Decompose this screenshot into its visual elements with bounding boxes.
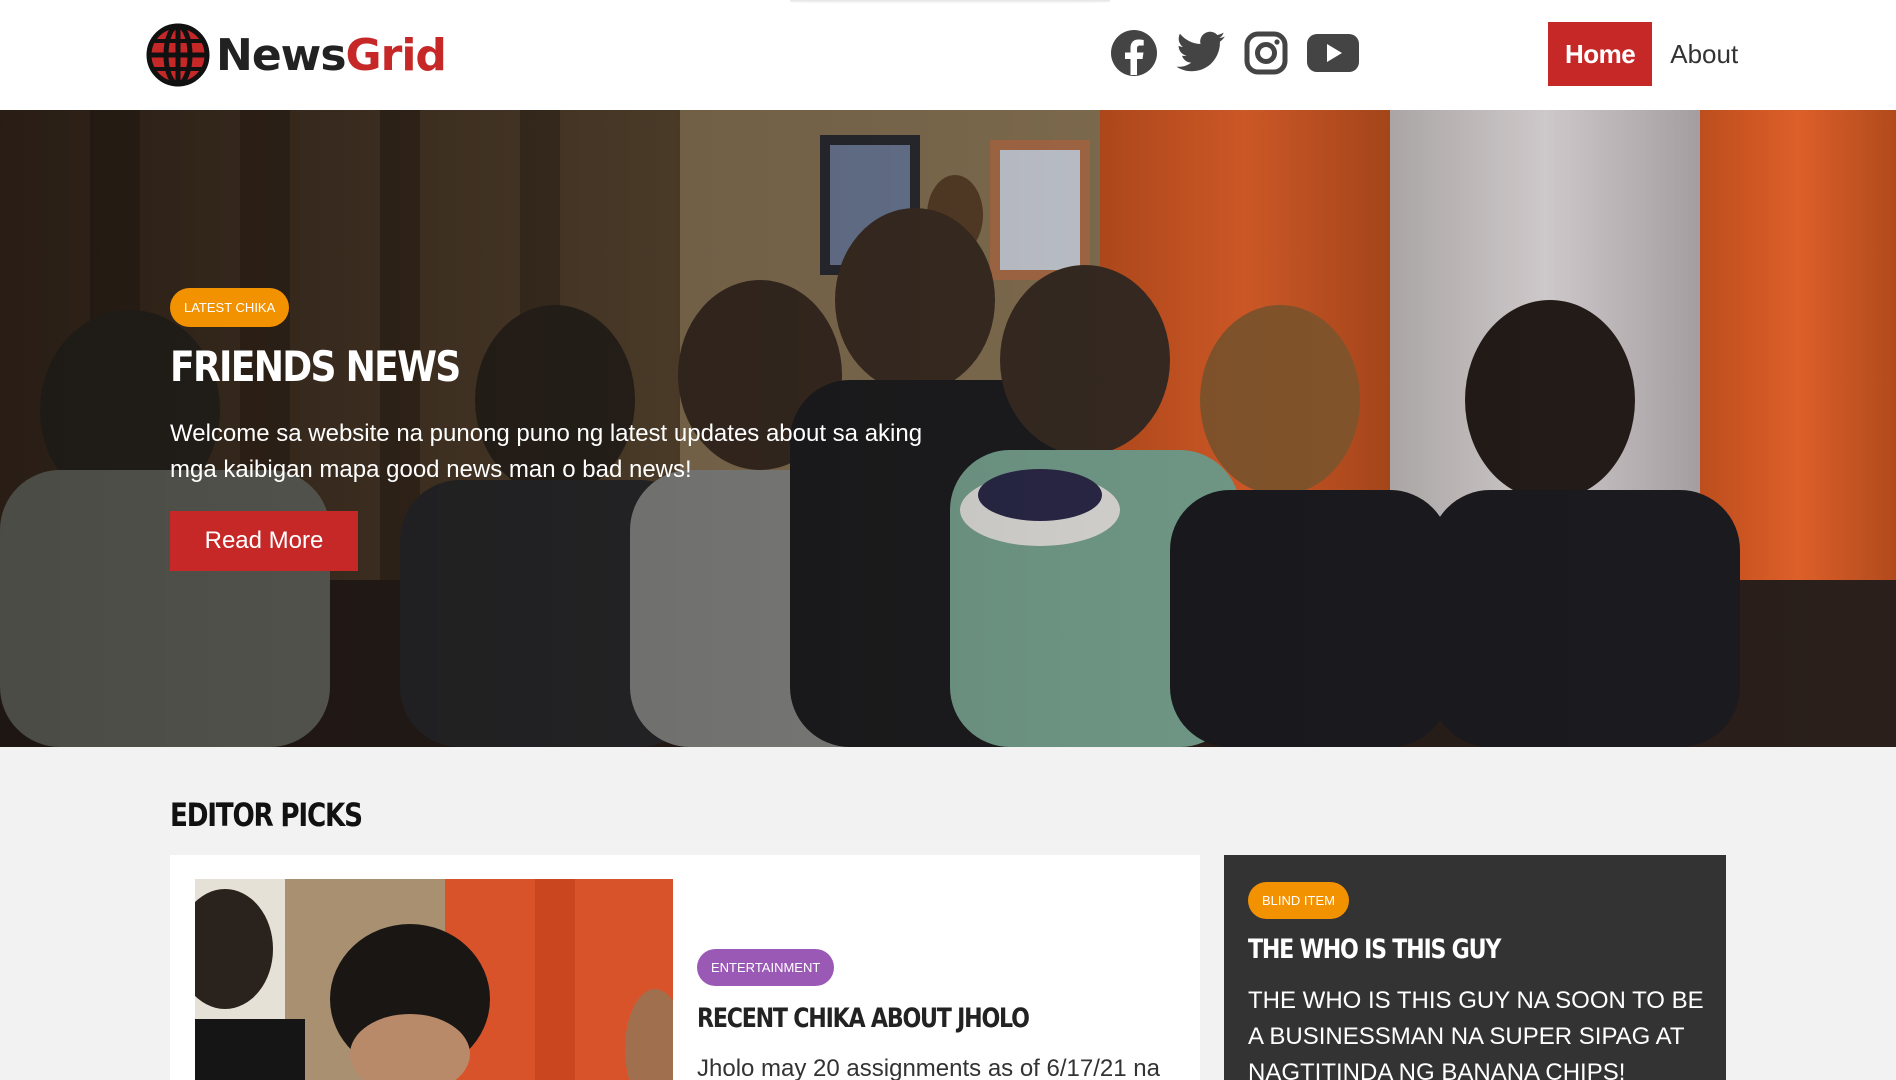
article-thumbnail[interactable] — [195, 879, 673, 1080]
main-nav: Home About — [1548, 22, 1756, 86]
entertainment-badge[interactable]: ENTERTAINMENT — [697, 949, 835, 986]
blind-item-badge[interactable]: BLIND ITEM — [1248, 882, 1349, 919]
instagram-icon[interactable] — [1244, 31, 1288, 80]
header-shadow — [790, 0, 1110, 4]
social-links — [1110, 28, 1360, 82]
youtube-icon[interactable] — [1306, 33, 1360, 78]
editor-pick-main-card[interactable]: ENTERTAINMENT RECENT CHIKA ABOUT JHOLO J… — [170, 855, 1200, 1080]
hero-description: Welcome sa website na punong puno ng lat… — [170, 420, 923, 483]
side-article-text: THE WHO IS THIS GUY NA SOON TO BE A BUSI… — [1248, 987, 1704, 1080]
logo-text-grid: Grid — [345, 29, 447, 81]
logo-text: NewsGrid — [216, 29, 447, 81]
site-header: NewsGrid Home About — [0, 0, 1896, 110]
latest-chika-badge[interactable]: LATEST CHIKA — [170, 288, 290, 327]
nav-home-link[interactable]: Home — [1548, 22, 1653, 86]
facebook-icon[interactable] — [1110, 29, 1158, 82]
hero-banner: LATEST CHIKA FRIENDS NEWS Welcome sa web… — [0, 110, 1896, 747]
editor-pick-side-card[interactable]: BLIND ITEM THE WHO IS THIS GUY THE WHO I… — [1224, 855, 1726, 1080]
nav-about-link[interactable]: About — [1652, 22, 1756, 86]
twitter-icon[interactable] — [1176, 31, 1226, 80]
article-title[interactable]: RECENT CHIKA ABOUT JHOLO — [697, 1003, 1030, 1034]
logo-text-news: News — [216, 29, 347, 81]
article-excerpt: Jholo may 20 assignments as of 6/17/21 n… — [697, 1055, 1160, 1080]
read-more-button[interactable]: Read More — [170, 511, 358, 571]
editor-picks-heading: EDITOR PICKS — [170, 796, 363, 834]
hero-title: FRIENDS NEWS — [170, 342, 461, 391]
article-photo — [195, 879, 673, 1080]
globe-icon — [146, 23, 210, 87]
site-logo[interactable]: NewsGrid — [146, 22, 447, 88]
side-article-title[interactable]: THE WHO IS THIS GUY — [1248, 934, 1501, 965]
